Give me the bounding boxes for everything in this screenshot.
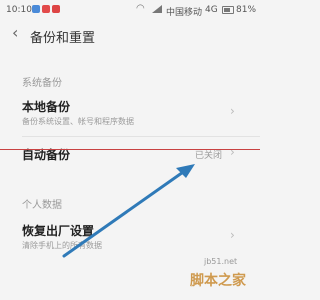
local-backup-item[interactable]: 本地备份 备份系统设置、帐号和程序数据 › xyxy=(0,94,260,130)
page-title: 备份和重置 xyxy=(30,31,96,46)
chevron-right-icon: › xyxy=(230,228,235,242)
watermark-logo: 脚本之家 xyxy=(190,273,246,289)
local-backup-description: 备份系统设置、帐号和程序数据 xyxy=(22,117,134,126)
signal-icon xyxy=(152,5,162,13)
network-type: 4G xyxy=(205,5,218,15)
notification-icon xyxy=(52,5,60,13)
notification-icon xyxy=(42,5,50,13)
annotation-underline xyxy=(0,149,260,150)
carrier-name: 中国移动 xyxy=(166,8,203,18)
divider xyxy=(22,136,260,137)
chevron-right-icon: › xyxy=(230,104,235,118)
battery-percent: 81% xyxy=(236,5,257,15)
status-time: 10:10 xyxy=(6,5,32,15)
title-bar: ‹ 备份和重置 xyxy=(0,22,260,48)
factory-reset-label: 恢复出厂设置 xyxy=(22,224,95,238)
battery-icon xyxy=(222,6,234,14)
local-backup-label: 本地备份 xyxy=(22,100,71,114)
section-header-system-backup: 系统备份 xyxy=(22,78,62,89)
back-arrow-icon[interactable]: ‹ xyxy=(12,23,18,42)
notification-icon xyxy=(32,5,40,13)
factory-reset-item[interactable]: 恢复出厂设置 清除手机上的所有数据 › xyxy=(0,218,260,254)
watermark-url: jb51.net xyxy=(204,257,238,266)
auto-backup-item[interactable]: 自动备份 已关闭 › xyxy=(0,140,260,164)
chevron-right-icon: › xyxy=(230,145,235,159)
factory-reset-description: 清除手机上的所有数据 xyxy=(22,241,102,250)
section-header-personal-data: 个人数据 xyxy=(22,200,62,211)
status-bar: 10:10 ◠ 中国移动 4G 81% xyxy=(0,0,260,20)
wifi-icon: ◠ xyxy=(136,3,145,14)
